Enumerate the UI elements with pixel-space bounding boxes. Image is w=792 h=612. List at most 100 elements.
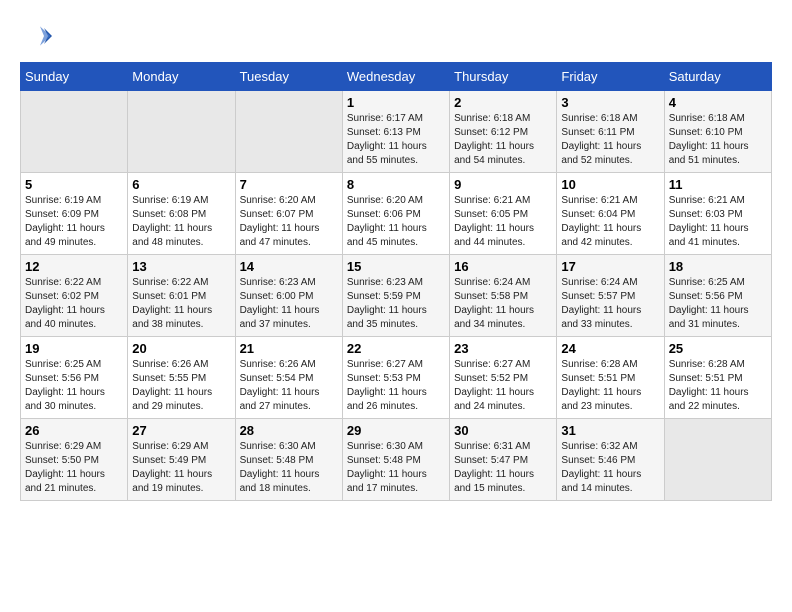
cell-info: Sunrise: 6:28 AM Sunset: 5:51 PM Dayligh…: [561, 358, 659, 414]
calendar-cell: 16 Sunrise: 6:24 AM Sunset: 5:58 PM Dayli…: [450, 255, 557, 337]
cell-info: Sunrise: 6:25 AM Sunset: 5:56 PM Dayligh…: [669, 276, 767, 332]
calendar-week-row: 12 Sunrise: 6:22 AM Sunset: 6:02 PM Dayli…: [21, 255, 772, 337]
day-number: 24: [561, 341, 659, 356]
day-number: 13: [132, 259, 230, 274]
calendar-cell: 5Sunrise: 6:19 AM Sunset: 6:09 PM Daylig…: [21, 173, 128, 255]
calendar-week-row: 5Sunrise: 6:19 AM Sunset: 6:09 PM Daylig…: [21, 173, 772, 255]
cell-info: Sunrise: 6:24 AM Sunset: 5:57 PM Dayligh…: [561, 276, 659, 332]
calendar-week-row: 26Sunrise: 6:29 AM Sunset: 5:50 PM Dayli…: [21, 419, 772, 501]
cell-info: Sunrise: 6:18 AM Sunset: 6:10 PM Dayligh…: [669, 112, 767, 168]
weekday-header-cell: Saturday: [664, 63, 771, 91]
day-number: 16: [454, 259, 552, 274]
day-number: 5: [25, 177, 123, 192]
cell-info: Sunrise: 6:19 AM Sunset: 6:08 PM Dayligh…: [132, 194, 230, 250]
calendar-cell: 23 Sunrise: 6:27 AM Sunset: 5:52 PM Dayli…: [450, 337, 557, 419]
calendar-week-row: 19 Sunrise: 6:25 AM Sunset: 5:56 PM Dayli…: [21, 337, 772, 419]
day-number: 22: [347, 341, 445, 356]
day-number: 8: [347, 177, 445, 192]
day-number: 15: [347, 259, 445, 274]
calendar-cell: 11 Sunrise: 6:21 AM Sunset: 6:03 PM Dayli…: [664, 173, 771, 255]
day-number: 27: [132, 423, 230, 438]
calendar-cell: 26Sunrise: 6:29 AM Sunset: 5:50 PM Dayli…: [21, 419, 128, 501]
cell-info: Sunrise: 6:17 AM Sunset: 6:13 PM Dayligh…: [347, 112, 445, 168]
logo-icon: [20, 20, 52, 52]
cell-info: Sunrise: 6:22 AM Sunset: 6:02 PM Dayligh…: [25, 276, 123, 332]
weekday-header-row: SundayMondayTuesdayWednesdayThursdayFrid…: [21, 63, 772, 91]
day-number: 1: [347, 95, 445, 110]
calendar-cell: [664, 419, 771, 501]
day-number: 11: [669, 177, 767, 192]
calendar-cell: 6 Sunrise: 6:19 AM Sunset: 6:08 PM Daylig…: [128, 173, 235, 255]
day-number: 19: [25, 341, 123, 356]
cell-info: Sunrise: 6:29 AM Sunset: 5:49 PM Dayligh…: [132, 440, 230, 496]
calendar-cell: 12 Sunrise: 6:22 AM Sunset: 6:02 PM Dayli…: [21, 255, 128, 337]
day-number: 29: [347, 423, 445, 438]
cell-info: Sunrise: 6:23 AM Sunset: 5:59 PM Dayligh…: [347, 276, 445, 332]
calendar-cell: 15 Sunrise: 6:23 AM Sunset: 5:59 PM Dayli…: [342, 255, 449, 337]
calendar-cell: 13 Sunrise: 6:22 AM Sunset: 6:01 PM Dayli…: [128, 255, 235, 337]
calendar-body: 1 Sunrise: 6:17 AM Sunset: 6:13 PM Daylig…: [21, 91, 772, 501]
day-number: 7: [240, 177, 338, 192]
weekday-header-cell: Friday: [557, 63, 664, 91]
calendar-cell: 20Sunrise: 6:26 AM Sunset: 5:55 PM Dayli…: [128, 337, 235, 419]
calendar-cell: [235, 91, 342, 173]
cell-info: Sunrise: 6:26 AM Sunset: 5:55 PM Dayligh…: [132, 358, 230, 414]
day-number: 14: [240, 259, 338, 274]
cell-info: Sunrise: 6:18 AM Sunset: 6:12 PM Dayligh…: [454, 112, 552, 168]
calendar-cell: 22 Sunrise: 6:27 AM Sunset: 5:53 PM Dayli…: [342, 337, 449, 419]
cell-info: Sunrise: 6:28 AM Sunset: 5:51 PM Dayligh…: [669, 358, 767, 414]
day-number: 12: [25, 259, 123, 274]
weekday-header-cell: Wednesday: [342, 63, 449, 91]
calendar-cell: [128, 91, 235, 173]
cell-info: Sunrise: 6:18 AM Sunset: 6:11 PM Dayligh…: [561, 112, 659, 168]
calendar-cell: 4 Sunrise: 6:18 AM Sunset: 6:10 PM Daylig…: [664, 91, 771, 173]
weekday-header-cell: Thursday: [450, 63, 557, 91]
cell-info: Sunrise: 6:24 AM Sunset: 5:58 PM Dayligh…: [454, 276, 552, 332]
calendar-cell: 17 Sunrise: 6:24 AM Sunset: 5:57 PM Dayli…: [557, 255, 664, 337]
day-number: 30: [454, 423, 552, 438]
calendar-cell: 14Sunrise: 6:23 AM Sunset: 6:00 PM Dayli…: [235, 255, 342, 337]
calendar-cell: 29 Sunrise: 6:30 AM Sunset: 5:48 PM Dayli…: [342, 419, 449, 501]
weekday-header-cell: Sunday: [21, 63, 128, 91]
calendar-cell: 21Sunrise: 6:26 AM Sunset: 5:54 PM Dayli…: [235, 337, 342, 419]
calendar-cell: 18Sunrise: 6:25 AM Sunset: 5:56 PM Dayli…: [664, 255, 771, 337]
day-number: 9: [454, 177, 552, 192]
calendar-week-row: 1 Sunrise: 6:17 AM Sunset: 6:13 PM Daylig…: [21, 91, 772, 173]
cell-info: Sunrise: 6:29 AM Sunset: 5:50 PM Dayligh…: [25, 440, 123, 496]
weekday-header-cell: Tuesday: [235, 63, 342, 91]
day-number: 6: [132, 177, 230, 192]
calendar-cell: 31Sunrise: 6:32 AM Sunset: 5:46 PM Dayli…: [557, 419, 664, 501]
cell-info: Sunrise: 6:26 AM Sunset: 5:54 PM Dayligh…: [240, 358, 338, 414]
cell-info: Sunrise: 6:21 AM Sunset: 6:05 PM Dayligh…: [454, 194, 552, 250]
calendar-cell: 9 Sunrise: 6:21 AM Sunset: 6:05 PM Daylig…: [450, 173, 557, 255]
cell-info: Sunrise: 6:31 AM Sunset: 5:47 PM Dayligh…: [454, 440, 552, 496]
cell-info: Sunrise: 6:30 AM Sunset: 5:48 PM Dayligh…: [347, 440, 445, 496]
calendar-cell: 19 Sunrise: 6:25 AM Sunset: 5:56 PM Dayli…: [21, 337, 128, 419]
calendar-cell: 24 Sunrise: 6:28 AM Sunset: 5:51 PM Dayli…: [557, 337, 664, 419]
day-number: 25: [669, 341, 767, 356]
cell-info: Sunrise: 6:30 AM Sunset: 5:48 PM Dayligh…: [240, 440, 338, 496]
cell-info: Sunrise: 6:20 AM Sunset: 6:06 PM Dayligh…: [347, 194, 445, 250]
cell-info: Sunrise: 6:25 AM Sunset: 5:56 PM Dayligh…: [25, 358, 123, 414]
cell-info: Sunrise: 6:20 AM Sunset: 6:07 PM Dayligh…: [240, 194, 338, 250]
day-number: 17: [561, 259, 659, 274]
calendar-cell: 7 Sunrise: 6:20 AM Sunset: 6:07 PM Daylig…: [235, 173, 342, 255]
day-number: 28: [240, 423, 338, 438]
cell-info: Sunrise: 6:27 AM Sunset: 5:53 PM Dayligh…: [347, 358, 445, 414]
calendar-cell: 30 Sunrise: 6:31 AM Sunset: 5:47 PM Dayli…: [450, 419, 557, 501]
calendar-table: SundayMondayTuesdayWednesdayThursdayFrid…: [20, 62, 772, 501]
cell-info: Sunrise: 6:21 AM Sunset: 6:03 PM Dayligh…: [669, 194, 767, 250]
cell-info: Sunrise: 6:32 AM Sunset: 5:46 PM Dayligh…: [561, 440, 659, 496]
cell-info: Sunrise: 6:27 AM Sunset: 5:52 PM Dayligh…: [454, 358, 552, 414]
day-number: 23: [454, 341, 552, 356]
cell-info: Sunrise: 6:22 AM Sunset: 6:01 PM Dayligh…: [132, 276, 230, 332]
calendar-cell: 10Sunrise: 6:21 AM Sunset: 6:04 PM Dayli…: [557, 173, 664, 255]
calendar-cell: 1 Sunrise: 6:17 AM Sunset: 6:13 PM Daylig…: [342, 91, 449, 173]
day-number: 4: [669, 95, 767, 110]
logo: [20, 20, 56, 52]
calendar-cell: 3 Sunrise: 6:18 AM Sunset: 6:11 PM Daylig…: [557, 91, 664, 173]
day-number: 3: [561, 95, 659, 110]
weekday-header-cell: Monday: [128, 63, 235, 91]
cell-info: Sunrise: 6:21 AM Sunset: 6:04 PM Dayligh…: [561, 194, 659, 250]
calendar-cell: [21, 91, 128, 173]
